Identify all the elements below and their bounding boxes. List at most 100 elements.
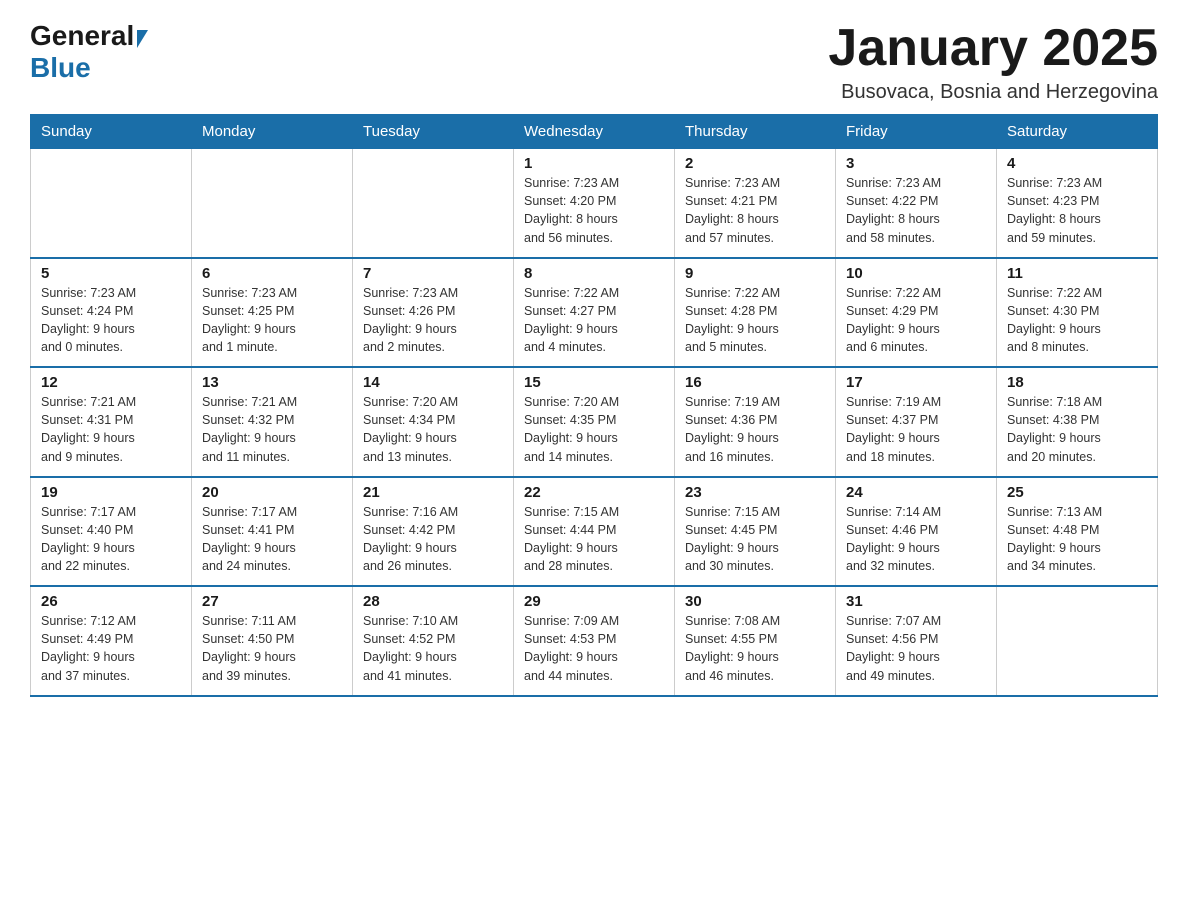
day-info: Sunrise: 7:10 AM Sunset: 4:52 PM Dayligh…: [363, 612, 503, 685]
calendar-cell: 30Sunrise: 7:08 AM Sunset: 4:55 PM Dayli…: [675, 586, 836, 696]
calendar-cell: 28 Sunrise: 7:10 AM Sunset: 4:52 PM Dayli…: [353, 586, 514, 696]
calendar-cell: 13Sunrise: 7:21 AM Sunset: 4:32 PM Dayli…: [192, 367, 353, 477]
calendar-cell: 2 Sunrise: 7:23 AM Sunset: 4:21 PM Daylig…: [675, 149, 836, 258]
day-number: 25: [1007, 484, 1147, 501]
calendar-cell: [192, 149, 353, 258]
day-number: 12: [41, 374, 181, 391]
calendar-cell: 16 Sunrise: 7:19 AM Sunset: 4:36 PM Dayli…: [675, 367, 836, 477]
day-number: 6: [202, 265, 342, 282]
calendar-table: SundayMondayTuesdayWednesdayThursdayFrid…: [30, 114, 1158, 697]
day-number: 7: [363, 265, 503, 282]
week-row-3: 12 Sunrise: 7:21 AM Sunset: 4:31 PM Dayli…: [31, 367, 1158, 477]
day-number: 18: [1007, 374, 1147, 391]
day-info: Sunrise: 7:21 AM Sunset: 4:32 PM Dayligh…: [202, 393, 342, 466]
day-number: 1: [524, 155, 664, 172]
day-number: 4: [1007, 155, 1147, 172]
calendar-cell: 5 Sunrise: 7:23 AM Sunset: 4:24 PM Daylig…: [31, 258, 192, 368]
day-number: 8: [524, 265, 664, 282]
logo-triangle-icon: [137, 30, 148, 48]
day-info: Sunrise: 7:20 AM Sunset: 4:34 PM Dayligh…: [363, 393, 503, 466]
calendar-cell: 27 Sunrise: 7:11 AM Sunset: 4:50 PM Dayli…: [192, 586, 353, 696]
day-number: 29: [524, 593, 664, 610]
day-number: 11: [1007, 265, 1147, 282]
day-header-saturday: Saturday: [997, 115, 1158, 149]
day-number: 22: [524, 484, 664, 501]
calendar-cell: 14 Sunrise: 7:20 AM Sunset: 4:34 PM Dayli…: [353, 367, 514, 477]
day-number: 9: [685, 265, 825, 282]
calendar-cell: 22 Sunrise: 7:15 AM Sunset: 4:44 PM Dayli…: [514, 477, 675, 587]
calendar-cell: 6Sunrise: 7:23 AM Sunset: 4:25 PM Daylig…: [192, 258, 353, 368]
day-info: Sunrise: 7:23 AM Sunset: 4:21 PM Dayligh…: [685, 174, 825, 247]
page-header: General Blue January 2025 Busovaca, Bosn…: [30, 20, 1158, 104]
calendar-cell: 8 Sunrise: 7:22 AM Sunset: 4:27 PM Daylig…: [514, 258, 675, 368]
day-info: Sunrise: 7:17 AM Sunset: 4:41 PM Dayligh…: [202, 503, 342, 576]
calendar-cell: 31Sunrise: 7:07 AM Sunset: 4:56 PM Dayli…: [836, 586, 997, 696]
day-info: Sunrise: 7:19 AM Sunset: 4:37 PM Dayligh…: [846, 393, 986, 466]
month-title: January 2025: [828, 20, 1158, 77]
day-info: Sunrise: 7:23 AM Sunset: 4:23 PM Dayligh…: [1007, 174, 1147, 247]
calendar-cell: [997, 586, 1158, 696]
calendar-cell: 9 Sunrise: 7:22 AM Sunset: 4:28 PM Daylig…: [675, 258, 836, 368]
day-number: 10: [846, 265, 986, 282]
calendar-cell: [353, 149, 514, 258]
day-info: Sunrise: 7:22 AM Sunset: 4:30 PM Dayligh…: [1007, 284, 1147, 357]
day-info: Sunrise: 7:23 AM Sunset: 4:26 PM Dayligh…: [363, 284, 503, 357]
day-number: 17: [846, 374, 986, 391]
days-of-week-row: SundayMondayTuesdayWednesdayThursdayFrid…: [31, 115, 1158, 149]
calendar-cell: 21 Sunrise: 7:16 AM Sunset: 4:42 PM Dayli…: [353, 477, 514, 587]
day-number: 2: [685, 155, 825, 172]
calendar-cell: 20Sunrise: 7:17 AM Sunset: 4:41 PM Dayli…: [192, 477, 353, 587]
day-info: Sunrise: 7:22 AM Sunset: 4:28 PM Dayligh…: [685, 284, 825, 357]
day-number: 3: [846, 155, 986, 172]
day-info: Sunrise: 7:18 AM Sunset: 4:38 PM Dayligh…: [1007, 393, 1147, 466]
day-info: Sunrise: 7:15 AM Sunset: 4:45 PM Dayligh…: [685, 503, 825, 576]
day-info: Sunrise: 7:13 AM Sunset: 4:48 PM Dayligh…: [1007, 503, 1147, 576]
day-info: Sunrise: 7:17 AM Sunset: 4:40 PM Dayligh…: [41, 503, 181, 576]
calendar-cell: 4 Sunrise: 7:23 AM Sunset: 4:23 PM Daylig…: [997, 149, 1158, 258]
calendar-cell: 17 Sunrise: 7:19 AM Sunset: 4:37 PM Dayli…: [836, 367, 997, 477]
day-number: 31: [846, 593, 986, 610]
calendar-cell: 3 Sunrise: 7:23 AM Sunset: 4:22 PM Daylig…: [836, 149, 997, 258]
calendar-header: SundayMondayTuesdayWednesdayThursdayFrid…: [31, 115, 1158, 149]
day-number: 5: [41, 265, 181, 282]
title-section: January 2025 Busovaca, Bosnia and Herzeg…: [828, 20, 1158, 104]
day-info: Sunrise: 7:23 AM Sunset: 4:22 PM Dayligh…: [846, 174, 986, 247]
calendar-cell: 24Sunrise: 7:14 AM Sunset: 4:46 PM Dayli…: [836, 477, 997, 587]
day-info: Sunrise: 7:12 AM Sunset: 4:49 PM Dayligh…: [41, 612, 181, 685]
day-number: 28: [363, 593, 503, 610]
calendar-cell: 15 Sunrise: 7:20 AM Sunset: 4:35 PM Dayli…: [514, 367, 675, 477]
day-number: 15: [524, 374, 664, 391]
calendar-cell: 7 Sunrise: 7:23 AM Sunset: 4:26 PM Daylig…: [353, 258, 514, 368]
day-info: Sunrise: 7:11 AM Sunset: 4:50 PM Dayligh…: [202, 612, 342, 685]
logo-general-text: General: [30, 20, 134, 52]
day-info: Sunrise: 7:22 AM Sunset: 4:29 PM Dayligh…: [846, 284, 986, 357]
calendar-cell: 26Sunrise: 7:12 AM Sunset: 4:49 PM Dayli…: [31, 586, 192, 696]
day-info: Sunrise: 7:09 AM Sunset: 4:53 PM Dayligh…: [524, 612, 664, 685]
day-number: 21: [363, 484, 503, 501]
day-number: 14: [363, 374, 503, 391]
day-info: Sunrise: 7:19 AM Sunset: 4:36 PM Dayligh…: [685, 393, 825, 466]
calendar-cell: 18 Sunrise: 7:18 AM Sunset: 4:38 PM Dayli…: [997, 367, 1158, 477]
calendar-cell: 23 Sunrise: 7:15 AM Sunset: 4:45 PM Dayli…: [675, 477, 836, 587]
day-info: Sunrise: 7:15 AM Sunset: 4:44 PM Dayligh…: [524, 503, 664, 576]
day-number: 16: [685, 374, 825, 391]
day-number: 19: [41, 484, 181, 501]
calendar-cell: 10 Sunrise: 7:22 AM Sunset: 4:29 PM Dayli…: [836, 258, 997, 368]
day-header-tuesday: Tuesday: [353, 115, 514, 149]
calendar-cell: 1 Sunrise: 7:23 AM Sunset: 4:20 PM Daylig…: [514, 149, 675, 258]
logo-blue-text: Blue: [30, 52, 91, 83]
calendar-body: 1 Sunrise: 7:23 AM Sunset: 4:20 PM Daylig…: [31, 149, 1158, 696]
day-number: 23: [685, 484, 825, 501]
day-info: Sunrise: 7:23 AM Sunset: 4:24 PM Dayligh…: [41, 284, 181, 357]
day-info: Sunrise: 7:14 AM Sunset: 4:46 PM Dayligh…: [846, 503, 986, 576]
day-info: Sunrise: 7:21 AM Sunset: 4:31 PM Dayligh…: [41, 393, 181, 466]
day-info: Sunrise: 7:08 AM Sunset: 4:55 PM Dayligh…: [685, 612, 825, 685]
calendar-cell: 19 Sunrise: 7:17 AM Sunset: 4:40 PM Dayli…: [31, 477, 192, 587]
day-info: Sunrise: 7:20 AM Sunset: 4:35 PM Dayligh…: [524, 393, 664, 466]
day-info: Sunrise: 7:16 AM Sunset: 4:42 PM Dayligh…: [363, 503, 503, 576]
day-info: Sunrise: 7:23 AM Sunset: 4:20 PM Dayligh…: [524, 174, 664, 247]
day-info: Sunrise: 7:22 AM Sunset: 4:27 PM Dayligh…: [524, 284, 664, 357]
day-number: 27: [202, 593, 342, 610]
logo: General Blue: [30, 20, 148, 84]
week-row-1: 1 Sunrise: 7:23 AM Sunset: 4:20 PM Daylig…: [31, 149, 1158, 258]
